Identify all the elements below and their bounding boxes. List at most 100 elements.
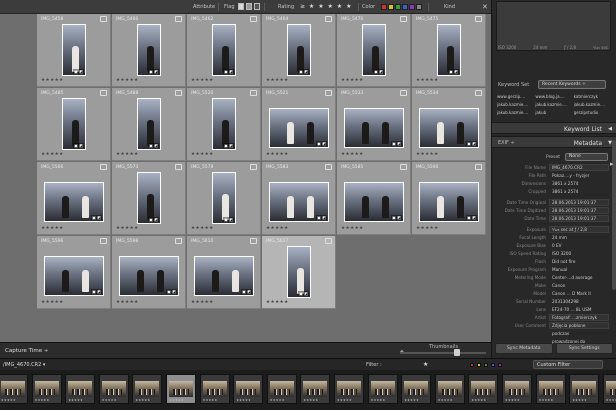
thumbnail-image[interactable]: ▣ ◩ <box>419 182 479 222</box>
star-rating[interactable]: ★★★★★ <box>191 78 214 83</box>
grid-cell[interactable]: IMG_5475 ▣ ◩ ★★★★★ <box>412 14 486 87</box>
thumb-badge-icons[interactable]: ▣ ◩ <box>223 69 234 74</box>
star-rating[interactable]: ★★★★★ <box>116 300 139 305</box>
thumbnail-image[interactable]: ▣ ◩ <box>287 246 311 298</box>
thumb-badge-icons[interactable]: ▣ ◩ <box>373 69 384 74</box>
metadata-badge-icon[interactable] <box>325 238 332 244</box>
star-rating[interactable]: ★★★★★ <box>41 300 64 305</box>
thumbnail-image[interactable]: ▣ ◩ <box>137 24 161 76</box>
collapse-triangle-icon[interactable]: ◀ <box>608 126 612 132</box>
filmstrip-color-swatch[interactable] <box>498 363 502 367</box>
thumbnail-image[interactable]: ▣ ◩ <box>269 108 329 148</box>
attribute-label[interactable]: Attribute <box>193 4 215 10</box>
thumbnail-image[interactable]: ▣ ◩ <box>194 256 254 296</box>
slider-knob[interactable] <box>454 349 460 356</box>
metadata-badge-icon[interactable] <box>400 164 407 170</box>
thumbnail-image[interactable]: ▣ ◩ <box>137 98 161 150</box>
star-rating[interactable]: ★★★★★ <box>116 78 139 83</box>
grid-cell[interactable]: IMG_5596 ▣ ◩ ★★★★★ <box>37 236 111 309</box>
keyword-set-select[interactable]: Recent Keywords ÷ <box>538 80 606 89</box>
star-rating[interactable]: ★★★★★ <box>41 78 64 83</box>
thumbnail-image[interactable]: ▣ ◩ <box>269 182 329 222</box>
thumb-badge-icons[interactable]: ▣ ◩ <box>298 291 309 296</box>
star-rating[interactable]: ★★★★★ <box>41 226 64 231</box>
keyword-suggestion[interactable]: www.blog.ja.... <box>535 94 571 99</box>
thumb-badge-icons[interactable]: ▣ ◩ <box>448 69 459 74</box>
star-rating[interactable]: ★★★★★ <box>116 226 139 231</box>
thumb-badge-icons[interactable]: ▣ ◩ <box>391 215 402 220</box>
flag-rejected-icon[interactable] <box>254 3 260 10</box>
filmstrip-thumbnail[interactable]: ★★★★★ <box>502 374 532 404</box>
color-swatch[interactable] <box>409 4 415 10</box>
metadata-badge-icon[interactable] <box>325 90 332 96</box>
thumb-badge-icons[interactable]: ▣ ◩ <box>91 289 102 294</box>
metadata-badge-icon[interactable] <box>100 164 107 170</box>
filmstrip-thumbnail[interactable]: ★★★★★ <box>266 374 297 404</box>
grid-cell[interactable]: IMG_5590 ▣ ◩ ★★★★★ <box>412 162 486 235</box>
color-swatch[interactable] <box>416 4 422 10</box>
thumb-badge-icons[interactable]: ▣ ◩ <box>166 289 177 294</box>
grid-cell[interactable]: IMG_5464 ▣ ◩ ★★★★★ <box>262 14 336 87</box>
filmstrip-thumbnail[interactable]: ★★★★★ <box>300 374 331 404</box>
metadata-badge-icon[interactable] <box>250 90 257 96</box>
grid-cell[interactable]: IMG_5583 ▣ ◩ ★★★★★ <box>262 162 336 235</box>
metadata-badge-icon[interactable] <box>250 16 257 22</box>
filmstrip-color-swatch[interactable] <box>470 363 474 367</box>
filmstrip[interactable]: ★★★★★ ★★★★★ ★★★★★ ★★★★★ ★★★★★ ★★★★★ ★★★★★ ★★★★★… <box>0 370 616 410</box>
keyword-suggestion[interactable]: jakub.kazmie.... <box>535 102 571 107</box>
filmstrip-thumbnail[interactable]: ★★★★★ <box>334 374 364 404</box>
grid-cell[interactable]: IMG_5520 ▣ ◩ ★★★★★ <box>187 88 261 161</box>
keyword-list-header[interactable]: Keyword List ◀ <box>492 122 616 134</box>
thumbnail-image[interactable]: ▣ ◩ <box>137 172 161 224</box>
star-rating[interactable]: ★★★★★ <box>341 152 364 157</box>
star-rating[interactable]: ★★★★★ <box>416 226 439 231</box>
star-rating[interactable]: ★★★★★ <box>41 152 64 157</box>
grid-cell[interactable]: IMG_5598 ▣ ◩ ★★★★★ <box>112 236 186 309</box>
grid-cell[interactable]: IMG_5470 ▣ ◩ ★★★★★ <box>337 14 411 87</box>
keyword-suggestion[interactable]: jakub.kazmie.... <box>574 102 610 107</box>
thumb-badge-icons[interactable]: ▣ ◩ <box>91 215 102 220</box>
color-swatch[interactable] <box>388 4 394 10</box>
thumbnail-image[interactable]: ▣ ◩ <box>62 24 86 76</box>
right-panel-toggle-icon[interactable]: ▸ <box>610 160 614 168</box>
thumb-badge-icons[interactable]: ▣ ◩ <box>298 69 309 74</box>
thumbnail-image[interactable]: ▣ ◩ <box>212 172 236 224</box>
star-rating[interactable]: ★★★★★ <box>266 78 289 83</box>
metadata-value[interactable]: ¹⁄₁₂₅ sec at ƒ / 2,8 <box>549 226 609 233</box>
filmstrip-thumbnail[interactable]: ★★★★★ <box>569 374 600 404</box>
metadata-set-select[interactable]: EXIF ÷ <box>498 140 515 146</box>
thumbnail-image[interactable]: ▣ ◩ <box>44 182 104 222</box>
rating-filter-stars[interactable]: ≥ ★ ★ ★ ★ ★ <box>300 3 352 10</box>
grid-cell[interactable]: IMG_5566 ▣ ◩ ★★★★★ <box>37 162 111 235</box>
filmstrip-thumbnail[interactable]: ★★★★★ <box>0 374 28 404</box>
sort-dropdown[interactable]: Capture Time ÷ <box>5 348 48 354</box>
filmstrip-color-swatch[interactable] <box>491 363 495 367</box>
keyword-suggestion[interactable]: gerzipstudio <box>574 110 610 115</box>
filmstrip-thumbnail[interactable]: ★★★★★ <box>31 374 62 404</box>
thumb-badge-icons[interactable]: ▣ ◩ <box>316 141 327 146</box>
flag-picked-icon[interactable] <box>238 3 244 10</box>
current-file-path[interactable]: /IMG_4670.CR2 ▾ <box>3 362 45 368</box>
thumbnail-image[interactable]: ▣ ◩ <box>344 182 404 222</box>
grid-cell[interactable]: IMG_5585 ▣ ◩ ★★★★★ <box>337 162 411 235</box>
star-rating[interactable]: ★★★★★ <box>341 226 364 231</box>
filmstrip-thumbnail[interactable]: ★★★★★ <box>434 374 465 404</box>
metadata-badge-icon[interactable] <box>475 16 482 22</box>
thumbnail-size-slider[interactable] <box>400 352 486 354</box>
thumb-badge-icons[interactable]: ▣ ◩ <box>73 69 84 74</box>
keyword-suggestion[interactable]: katmierczyk <box>574 94 610 99</box>
filmstrip-color-swatch[interactable] <box>477 363 481 367</box>
thumbnail-image[interactable]: ▣ ◩ <box>437 24 461 76</box>
grid-cell[interactable]: IMG_5488 ▣ ◩ ★★★★★ <box>112 88 186 161</box>
metadata-badge-icon[interactable] <box>475 164 482 170</box>
thumbnail-image[interactable]: ▣ ◩ <box>62 98 86 150</box>
thumb-badge-icons[interactable]: ▣ ◩ <box>391 141 402 146</box>
thumb-badge-icons[interactable]: ▣ ◩ <box>241 289 252 294</box>
metadata-value[interactable]: 28.06.2013 19:01:37 <box>549 215 609 222</box>
keyword-suggestion[interactable]: jakub.kazmie.... <box>497 102 533 107</box>
custom-filter-select[interactable]: Custom Filter <box>533 360 603 369</box>
star-rating[interactable]: ★★★★★ <box>416 78 439 83</box>
metadata-badge-icon[interactable] <box>325 164 332 170</box>
thumb-badge-icons[interactable]: ▣ ◩ <box>466 215 477 220</box>
metadata-badge-icon[interactable] <box>175 238 182 244</box>
